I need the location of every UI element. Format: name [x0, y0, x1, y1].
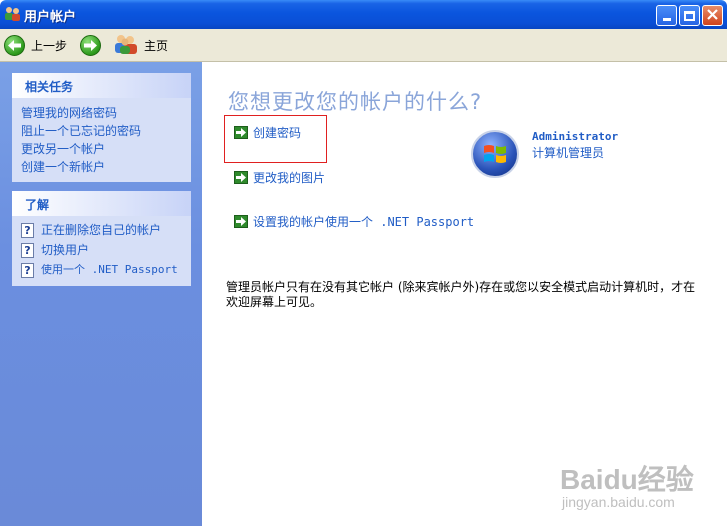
close-button[interactable] [702, 5, 723, 26]
help-icon: ? [21, 222, 34, 238]
back-button[interactable]: 上一步 [4, 33, 67, 57]
green-arrow-icon [234, 215, 248, 228]
learn-title: 了解 [12, 191, 191, 216]
help-icon: ? [21, 242, 34, 258]
forward-arrow-icon [80, 34, 101, 56]
minimize-button[interactable] [656, 5, 677, 26]
forward-button[interactable] [80, 33, 101, 57]
maximize-icon [684, 10, 695, 21]
close-icon [707, 8, 718, 23]
home-label: 主页 [144, 38, 169, 53]
windows-logo-icon [484, 145, 506, 163]
learn-box: 了解 ? 正在删除您自己的帐户 ? 切换用户 ? 使用一个 .NET Passp… [12, 191, 191, 286]
account-role: 计算机管理员 [532, 146, 605, 160]
learn-item-delete-account[interactable]: ? 正在删除您自己的帐户 [21, 220, 182, 240]
watermark-brand: Baidu经验 [560, 464, 694, 495]
task-link-manage-network-passwords[interactable]: 管理我的网络密码 [21, 104, 182, 122]
related-tasks-box: 相关任务 管理我的网络密码 阻止一个已忘记的密码 更改另一个帐户 创建一个新帐户 [12, 73, 191, 182]
back-label: 上一步 [31, 38, 68, 53]
main-content: 您想更改您的帐户的什么? 创建密码 更改我的图片 设置我的帐户使用一个 .NET… [202, 62, 727, 526]
users-icon [4, 6, 21, 22]
help-icon: ? [21, 262, 34, 278]
home-button[interactable]: 主页 [114, 33, 168, 57]
learn-item-net-passport[interactable]: ? 使用一个 .NET Passport [21, 260, 182, 280]
create-password-link[interactable]: 创建密码 [234, 124, 301, 141]
page-title: 您想更改您的帐户的什么? [228, 90, 483, 114]
account-avatar [471, 130, 519, 178]
learn-item-switch-user[interactable]: ? 切换用户 [21, 240, 182, 260]
home-users-icon [114, 34, 138, 57]
green-arrow-icon [234, 171, 248, 184]
baidu-watermark: Baidu经验 jingyan.baidu.com [560, 458, 720, 518]
watermark-url: jingyan.baidu.com [562, 494, 675, 510]
net-passport-link[interactable]: 设置我的帐户使用一个 .NET Passport [234, 213, 474, 230]
admin-visibility-note: 管理员帐户只有在没有其它帐户 (除来宾帐户外)存在或您以安全模式启动计算机时，才… [226, 280, 696, 309]
minimize-icon [662, 18, 671, 21]
task-pane: 相关任务 管理我的网络密码 阻止一个已忘记的密码 更改另一个帐户 创建一个新帐户… [0, 62, 202, 526]
toolbar: 上一步 主页 [0, 29, 727, 62]
back-arrow-icon [4, 34, 25, 56]
window-title: 用户帐户 [24, 10, 77, 25]
task-link-prevent-forgotten-password[interactable]: 阻止一个已忘记的密码 [21, 122, 182, 140]
task-link-create-new-account[interactable]: 创建一个新帐户 [21, 158, 182, 176]
maximize-button[interactable] [679, 5, 700, 26]
change-picture-link[interactable]: 更改我的图片 [234, 169, 325, 186]
title-bar[interactable]: 用户帐户 [0, 0, 727, 29]
related-tasks-title: 相关任务 [12, 73, 191, 98]
green-arrow-icon [234, 126, 248, 139]
account-name: Administrator [532, 130, 619, 143]
task-link-change-another-account[interactable]: 更改另一个帐户 [21, 140, 182, 158]
